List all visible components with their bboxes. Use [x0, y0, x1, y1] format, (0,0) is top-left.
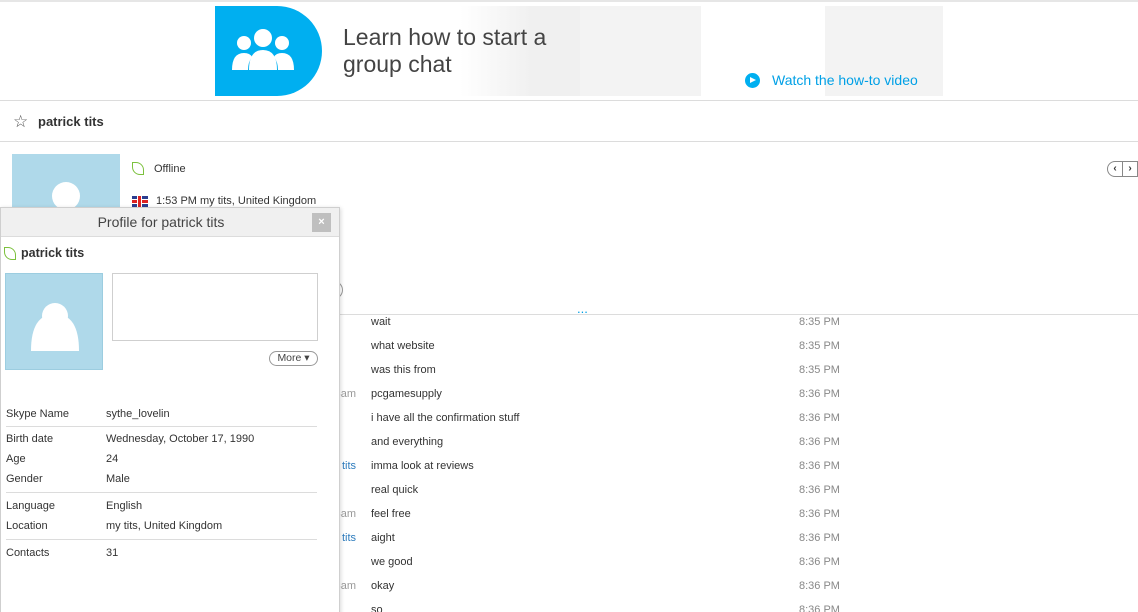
detail-value: English: [106, 500, 143, 512]
message-time: 8:36 PM: [799, 436, 840, 448]
divider: [0, 100, 1138, 101]
detail-value: 31: [106, 547, 119, 559]
detail-label: Location: [6, 520, 48, 532]
banner-top-line: [0, 0, 1138, 2]
profile-avatar: [5, 273, 103, 370]
play-icon: [745, 72, 760, 88]
message-text: real quick: [371, 484, 419, 496]
profile-title: Profile for patrick tits: [97, 214, 225, 230]
banner-headline-line1: Learn how to start a: [343, 24, 547, 50]
media-nav[interactable]: ‹ ›: [1107, 161, 1138, 177]
message-text: and everything: [371, 436, 444, 448]
detail-value: sythe_lovelin: [106, 408, 170, 420]
offline-status-icon: [4, 246, 16, 260]
banner-headline: Learn how to start a group chat: [343, 24, 583, 78]
chat-message[interactable]: Sam feel free 8:36 PM: [330, 508, 850, 532]
offline-status-icon: [132, 162, 144, 175]
message-time: 8:35 PM: [799, 316, 840, 328]
detail-divider: [6, 492, 317, 493]
chat-message[interactable]: we good 8:36 PM: [330, 556, 850, 580]
more-button[interactable]: More ▾: [269, 351, 318, 366]
favorite-star-icon[interactable]: ☆: [13, 112, 28, 132]
banner-headline-line2: group chat: [343, 51, 452, 77]
message-text: we good: [371, 556, 413, 568]
message-time: 8:35 PM: [799, 364, 840, 376]
watch-video-label: Watch the how-to video: [772, 72, 918, 88]
chat-divider: [340, 314, 1138, 315]
detail-value: Male: [106, 473, 130, 485]
message-text: aight: [371, 532, 395, 544]
message-text: wait: [371, 316, 391, 328]
detail-label: Birth date: [6, 433, 54, 445]
detail-label: Age: [6, 453, 26, 465]
chat-message[interactable]: so 8:36 PM: [330, 604, 850, 612]
detail-label: Gender: [6, 473, 43, 485]
message-time: 8:36 PM: [799, 484, 840, 496]
contact-status: Offline: [132, 162, 186, 175]
chat-message[interactable]: Sam pcgamesupply 8:36 PM: [330, 388, 850, 412]
profile-titlebar: Profile for patrick tits ×: [1, 208, 339, 237]
banner-background-panel: [580, 6, 701, 96]
chat-message[interactable]: Sam okay 8:36 PM: [330, 580, 850, 604]
message-time: 8:35 PM: [799, 340, 840, 352]
chat-message[interactable]: tits aight 8:36 PM: [330, 532, 850, 556]
message-time: 8:36 PM: [799, 580, 840, 592]
skype-window: Learn how to start a group chat Watch th…: [0, 0, 1138, 612]
prev-arrow-icon[interactable]: ‹: [1108, 162, 1123, 176]
local-time-text: 1:53 PM my tits, United Kingdom: [156, 195, 317, 207]
next-arrow-icon[interactable]: ›: [1123, 162, 1137, 176]
chat-message[interactable]: what website 8:35 PM: [330, 340, 850, 364]
detail-divider: [6, 426, 317, 427]
chat-message[interactable]: was this from 8:35 PM: [330, 364, 850, 388]
message-time: 8:36 PM: [799, 388, 840, 400]
message-time: 8:36 PM: [799, 460, 840, 472]
chat-message[interactable]: and everything 8:36 PM: [330, 436, 850, 460]
mood-message-box: [112, 273, 318, 341]
message-text: so: [371, 604, 383, 612]
detail-label: Contacts: [6, 547, 50, 559]
message-text: what website: [371, 340, 435, 352]
detail-label: Skype Name: [6, 408, 69, 420]
detail-divider: [6, 539, 317, 540]
message-text: okay: [371, 580, 395, 592]
profile-name: patrick tits: [4, 246, 84, 260]
detail-value: Wednesday, October 17, 1990: [106, 433, 255, 445]
detail-value: my tits, United Kingdom: [106, 520, 223, 532]
chat-message[interactable]: i have all the confirmation stuff 8:36 PM: [330, 412, 850, 436]
uk-flag-icon: [132, 195, 148, 207]
group-chat-banner[interactable]: Learn how to start a group chat Watch th…: [215, 6, 943, 96]
profile-dialog: Profile for patrick tits × patrick tits …: [0, 207, 340, 612]
chat-message[interactable]: wait 8:35 PM: [330, 316, 850, 340]
message-time: 8:36 PM: [799, 532, 840, 544]
profile-name-text: patrick tits: [21, 246, 85, 260]
message-text: imma look at reviews: [371, 460, 474, 472]
contact-local-time: 1:53 PM my tits, United Kingdom: [132, 195, 316, 207]
group-people-icon: [215, 6, 322, 96]
message-text: i have all the confirmation stuff: [371, 412, 520, 424]
message-time: 8:36 PM: [799, 412, 840, 424]
conversation-title: patrick tits: [38, 114, 104, 129]
message-text: pcgamesupply: [371, 388, 442, 400]
message-time: 8:36 PM: [799, 604, 840, 612]
chat-message[interactable]: tits imma look at reviews 8:36 PM: [330, 460, 850, 484]
close-button[interactable]: ×: [312, 213, 331, 232]
message-time: 8:36 PM: [799, 508, 840, 520]
detail-value: 24: [106, 453, 119, 465]
divider: [0, 141, 1138, 142]
message-text: was this from: [371, 364, 436, 376]
status-text: Offline: [154, 162, 186, 175]
watch-video-link[interactable]: Watch the how-to video: [745, 72, 918, 88]
detail-label: Language: [6, 500, 55, 512]
chat-message[interactable]: real quick 8:36 PM: [330, 484, 850, 508]
message-text: feel free: [371, 508, 411, 520]
message-time: 8:36 PM: [799, 556, 840, 568]
